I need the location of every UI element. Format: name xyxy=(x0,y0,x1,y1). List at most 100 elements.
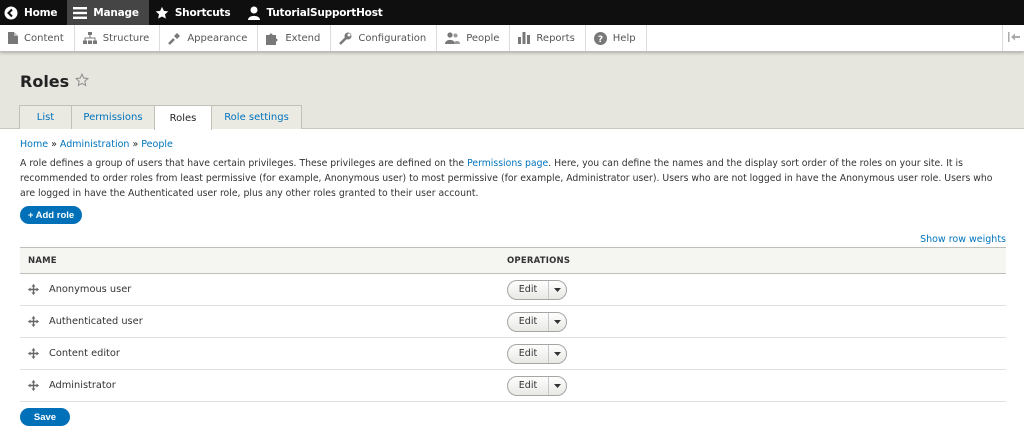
main-content: Home » Administration » People A role de… xyxy=(0,139,1024,402)
chevron-down-icon[interactable] xyxy=(549,281,566,299)
chevron-down-icon[interactable] xyxy=(549,377,566,395)
table-row: Authenticated user Edit xyxy=(20,306,1006,338)
show-row-weights-link[interactable]: Show row weights xyxy=(920,234,1006,245)
toolbar-user-label: TutorialSupportHost xyxy=(266,6,383,19)
breadcrumb-separator: » xyxy=(129,139,142,150)
breadcrumb-administration[interactable]: Administration xyxy=(60,139,130,150)
role-name: Administrator xyxy=(49,379,116,391)
toolbar-manage-label: Manage xyxy=(93,6,139,19)
people-icon xyxy=(445,32,461,44)
primary-tabs: List Permissions Roles Role settings xyxy=(19,105,302,130)
tray-appearance[interactable]: Appearance xyxy=(160,25,259,51)
role-name-cell: Administrator xyxy=(20,370,507,402)
tab-roles[interactable]: Roles xyxy=(154,105,212,130)
roles-table: NAME OPERATIONS Anonymous user Edit Auth… xyxy=(20,247,1006,402)
toolbar-shortcuts[interactable]: Shortcuts xyxy=(149,0,241,25)
role-name-cell: Content editor xyxy=(20,338,507,370)
operations-dropbutton: Edit xyxy=(507,311,567,332)
tray-content[interactable]: Content xyxy=(0,25,75,51)
tray-extend-label: Extend xyxy=(285,32,321,44)
operations-cell: Edit xyxy=(507,370,1006,402)
bar-chart-icon xyxy=(518,32,531,44)
tray-orientation-toggle[interactable] xyxy=(1002,25,1024,51)
edit-button[interactable]: Edit xyxy=(508,344,549,363)
puzzle-icon xyxy=(266,32,279,45)
operations-dropbutton: Edit xyxy=(507,375,567,396)
breadcrumb: Home » Administration » People xyxy=(20,139,1006,150)
tab-permissions[interactable]: Permissions xyxy=(71,105,155,129)
toolbar-user[interactable]: TutorialSupportHost xyxy=(240,0,392,25)
role-name: Authenticated user xyxy=(49,315,143,327)
save-button[interactable]: Save xyxy=(20,408,70,426)
tray-reports[interactable]: Reports xyxy=(510,25,586,51)
tab-role-settings[interactable]: Role settings xyxy=(211,105,302,129)
breadcrumb-home[interactable]: Home xyxy=(20,139,48,150)
column-header-operations: OPERATIONS xyxy=(507,255,571,266)
toolbar-manage[interactable]: Manage xyxy=(67,0,149,25)
operations-cell: Edit xyxy=(507,338,1006,370)
page-title-wrapper: Roles xyxy=(20,72,90,91)
svg-text:?: ? xyxy=(598,35,603,45)
role-name: Anonymous user xyxy=(49,283,132,295)
file-icon xyxy=(8,32,18,44)
permissions-page-link[interactable]: Permissions page xyxy=(467,158,548,169)
tray-structure-label: Structure xyxy=(102,32,150,44)
toolbar-home-label: Home xyxy=(24,6,58,19)
breadcrumb-separator: » xyxy=(48,139,60,150)
role-name-cell: Anonymous user xyxy=(20,274,507,306)
user-icon xyxy=(248,6,261,20)
operations-dropbutton: Edit xyxy=(507,343,567,364)
breadcrumb-people[interactable]: People xyxy=(141,139,173,150)
tray-appearance-label: Appearance xyxy=(187,32,248,44)
help-text: A role defines a group of users that hav… xyxy=(20,156,1010,201)
tray-extend[interactable]: Extend xyxy=(258,25,332,51)
tray-content-label: Content xyxy=(24,32,64,44)
page-header: Roles List Permissions Roles Role settin… xyxy=(0,52,1024,130)
column-header-name: NAME xyxy=(28,255,57,266)
tray-configuration-label: Configuration xyxy=(358,32,427,44)
toolbar-home[interactable]: Home xyxy=(0,0,67,25)
tray-configuration[interactable]: Configuration xyxy=(331,25,438,51)
chevron-down-icon[interactable] xyxy=(549,345,566,363)
table-row: Anonymous user Edit xyxy=(20,274,1006,306)
wrench-icon xyxy=(339,32,352,45)
tray-help[interactable]: ? Help xyxy=(586,25,647,51)
table-row: Content editor Edit xyxy=(20,338,1006,370)
sitemap-icon xyxy=(82,32,97,44)
role-name-cell: Authenticated user xyxy=(20,306,507,338)
paintbrush-icon xyxy=(168,32,181,45)
edit-button[interactable]: Edit xyxy=(508,312,549,331)
chevron-down-icon[interactable] xyxy=(549,313,566,331)
edit-button[interactable]: Edit xyxy=(508,280,549,299)
star-outline-icon[interactable] xyxy=(75,73,90,90)
help-icon: ? xyxy=(593,31,607,45)
star-icon xyxy=(155,6,169,20)
tray-reports-label: Reports xyxy=(536,32,575,44)
tray-structure[interactable]: Structure xyxy=(75,25,161,51)
edit-button[interactable]: Edit xyxy=(508,376,549,395)
drag-handle-icon[interactable] xyxy=(28,283,39,295)
tab-list[interactable]: List xyxy=(19,105,72,129)
toolbar-tray: Content Structure Appearance Extend Conf… xyxy=(0,25,1024,52)
admin-toolbar: Home Manage Shortcuts TutorialSupportHos… xyxy=(0,0,1024,25)
drag-handle-icon[interactable] xyxy=(28,347,39,359)
table-row: Administrator Edit xyxy=(20,370,1006,402)
operations-cell: Edit xyxy=(507,306,1006,338)
help-text-part: A role defines a group of users that hav… xyxy=(20,158,468,169)
add-role-button[interactable]: + Add role xyxy=(20,206,82,224)
page-title: Roles xyxy=(20,72,70,91)
operations-cell: Edit xyxy=(507,274,1006,306)
tray-people-label: People xyxy=(466,32,500,44)
menu-icon xyxy=(73,6,88,19)
drag-handle-icon[interactable] xyxy=(28,379,39,391)
toolbar-shortcuts-label: Shortcuts xyxy=(174,6,231,19)
row-weights-wrapper: Show row weights xyxy=(20,234,1006,245)
role-name: Content editor xyxy=(49,347,120,359)
operations-dropbutton: Edit xyxy=(507,279,567,300)
table-header-row: NAME OPERATIONS xyxy=(20,247,1006,274)
home-icon xyxy=(4,6,18,20)
arrow-left-icon xyxy=(1007,31,1020,45)
tray-help-label: Help xyxy=(612,32,636,44)
drag-handle-icon[interactable] xyxy=(28,315,39,327)
tray-people[interactable]: People xyxy=(437,25,511,51)
